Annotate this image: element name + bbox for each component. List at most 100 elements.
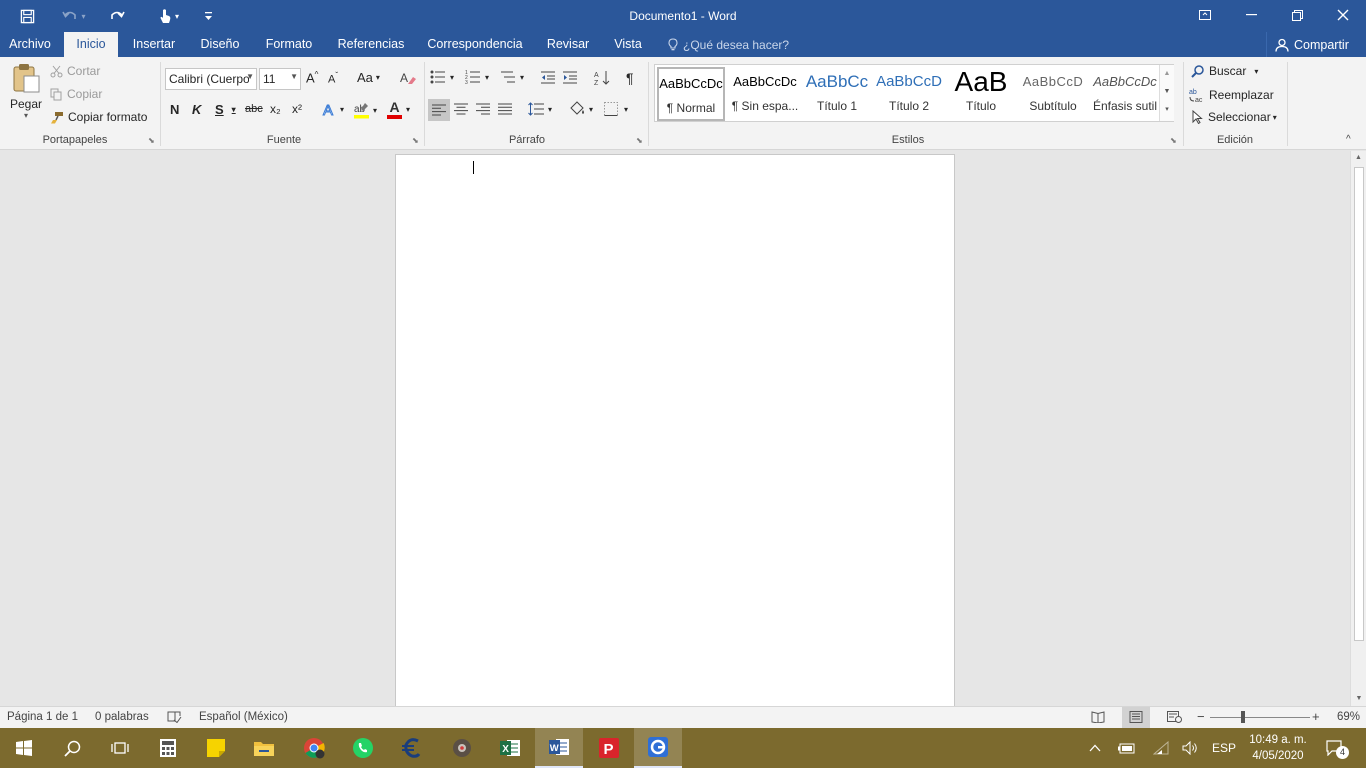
clock[interactable]: 10:49 a. m. 4/05/2020 [1244, 728, 1312, 768]
web-layout-icon[interactable] [1167, 711, 1182, 726]
bullets-button[interactable]: ▾ [430, 70, 454, 84]
minimize-icon[interactable] [1228, 0, 1274, 30]
word-icon[interactable]: W [535, 728, 583, 768]
tab-formato[interactable]: Formato [258, 32, 320, 57]
chrome-icon[interactable] [290, 728, 338, 768]
strikethrough-button[interactable]: abc [245, 103, 263, 115]
psiphon-icon[interactable]: P [585, 728, 633, 768]
justify-button[interactable] [498, 103, 512, 115]
sort-button[interactable]: AZ [594, 70, 610, 86]
scroll-thumb[interactable] [1354, 167, 1364, 641]
volume-icon[interactable] [1180, 728, 1200, 768]
copy-button[interactable]: Copiar [50, 87, 102, 101]
calculator-icon[interactable] [144, 728, 192, 768]
highlight-button[interactable]: ab ▾ [353, 101, 377, 119]
align-left-button[interactable] [428, 99, 450, 121]
borders-button[interactable]: ▾ [604, 102, 628, 116]
zoom-out-button[interactable]: − [1197, 709, 1205, 724]
superscript-button[interactable]: x² [292, 102, 302, 116]
line-spacing-button[interactable]: ▾ [528, 102, 552, 116]
zoom-slider-thumb[interactable] [1240, 711, 1245, 723]
style-subtitle[interactable]: AaBbCcD Subtítulo [1017, 67, 1089, 121]
shrink-font-button[interactable]: Aˇ [328, 71, 338, 86]
clipboard-launcher-icon[interactable]: ⬊ [148, 136, 155, 145]
battery-icon[interactable] [1116, 728, 1138, 768]
numbering-button[interactable]: 123 ▾ [465, 70, 489, 84]
language-indicator[interactable]: Español (México) [199, 711, 288, 723]
clear-format-button[interactable]: A [400, 71, 416, 86]
change-case-button[interactable]: Aa ▾ [357, 70, 380, 85]
more-styles-icon[interactable]: ▾ [1160, 101, 1174, 119]
bold-button[interactable]: N [170, 102, 179, 117]
find-button[interactable]: Buscar ▾ [1191, 64, 1258, 78]
replace-button[interactable]: ab ac Reemplazar [1189, 87, 1274, 103]
increase-indent-button[interactable] [562, 71, 578, 84]
font-color-button[interactable]: A ▾ [387, 100, 410, 119]
tab-revisar[interactable]: Revisar [540, 32, 596, 57]
file-explorer-icon[interactable] [240, 728, 288, 768]
align-right-button[interactable] [476, 103, 490, 115]
style-title[interactable]: AaB Título [945, 67, 1017, 121]
cut-button[interactable]: Cortar [50, 64, 100, 78]
font-size-combo[interactable]: 11 ▼ [259, 68, 301, 90]
grow-font-button[interactable]: A^ [306, 70, 318, 85]
tab-diseno[interactable]: Diseño [192, 32, 248, 57]
scroll-up-icon[interactable]: ▲ [1351, 151, 1366, 165]
shading-button[interactable]: ▾ [569, 101, 593, 117]
styles-launcher-icon[interactable]: ⬊ [1170, 136, 1177, 145]
paragraph-launcher-icon[interactable]: ⬊ [636, 136, 643, 145]
sticky-notes-icon[interactable] [192, 728, 240, 768]
document-page[interactable] [395, 154, 955, 714]
align-center-button[interactable] [454, 103, 468, 115]
style-no-spacing[interactable]: AaBbCcDc ¶ Sin espa... [729, 67, 801, 121]
italic-button[interactable]: K [192, 102, 201, 117]
media-app-icon[interactable] [438, 728, 486, 768]
select-button[interactable]: Seleccionar ▾ [1192, 110, 1277, 124]
scroll-down-icon[interactable]: ▼ [1351, 692, 1366, 706]
decrease-indent-button[interactable] [540, 71, 556, 84]
windows-start-icon[interactable] [0, 728, 48, 768]
read-mode-icon[interactable] [1091, 711, 1105, 726]
tab-archivo[interactable]: Archivo [0, 32, 60, 57]
style-heading-1[interactable]: AaBbCc Título 1 [801, 67, 873, 121]
tell-me-box[interactable]: ¿Qué desea hacer? [668, 38, 789, 52]
zoom-level[interactable]: 69% [1337, 711, 1360, 723]
action-center-icon[interactable]: 4 [1322, 728, 1349, 768]
chevron-up-icon[interactable]: ▲ [1160, 65, 1174, 83]
subscript-button[interactable]: x₂ [270, 102, 281, 116]
euro-app-icon[interactable] [388, 728, 436, 768]
font-name-combo[interactable]: Calibri (Cuerpo) ▼ [165, 68, 257, 90]
vertical-scrollbar[interactable]: ▲ ▼ [1350, 151, 1366, 706]
word-count[interactable]: 0 palabras [95, 711, 149, 723]
chevron-down-icon[interactable]: ▼ [1160, 83, 1174, 101]
search-icon[interactable] [48, 728, 96, 768]
show-hidden-icons-icon[interactable] [1086, 728, 1104, 768]
style-normal[interactable]: AaBbCcDc ¶ Normal [657, 67, 725, 121]
format-painter-button[interactable]: Copiar formato [50, 110, 147, 124]
tab-referencias[interactable]: Referencias [332, 32, 410, 57]
style-heading-2[interactable]: AaBbCcD Título 2 [873, 67, 945, 121]
style-subtle-emphasis[interactable]: AaBbCcDc Énfasis sutil [1089, 67, 1161, 121]
app-g-icon[interactable] [634, 728, 682, 768]
tab-correspondencia[interactable]: Correspondencia [422, 32, 528, 57]
restore-icon[interactable] [1274, 0, 1320, 30]
excel-icon[interactable]: X [486, 728, 534, 768]
page-count[interactable]: Página 1 de 1 [7, 711, 78, 723]
show-marks-button[interactable]: ¶ [626, 70, 634, 86]
font-launcher-icon[interactable]: ⬊ [412, 136, 419, 145]
multilevel-list-button[interactable]: ▾ [500, 70, 524, 84]
paste-button[interactable]: Pegar ▾ [8, 62, 44, 126]
close-icon[interactable] [1320, 0, 1366, 30]
proofing-icon[interactable] [167, 710, 182, 726]
tab-insertar[interactable]: Insertar [124, 32, 184, 57]
input-language[interactable]: ESP [1208, 728, 1240, 768]
zoom-slider-track[interactable] [1210, 717, 1310, 718]
underline-button[interactable]: S ▾ [215, 102, 236, 117]
text-effects-button[interactable]: A ▾ [322, 101, 345, 118]
zoom-in-button[interactable]: + [1312, 709, 1320, 724]
collapse-ribbon-icon[interactable]: ^ [1346, 134, 1351, 145]
share-button[interactable]: Compartir [1266, 32, 1366, 57]
ribbon-display-icon[interactable] [1182, 0, 1228, 30]
tab-inicio[interactable]: Inicio [64, 32, 118, 57]
tab-vista[interactable]: Vista [608, 32, 648, 57]
